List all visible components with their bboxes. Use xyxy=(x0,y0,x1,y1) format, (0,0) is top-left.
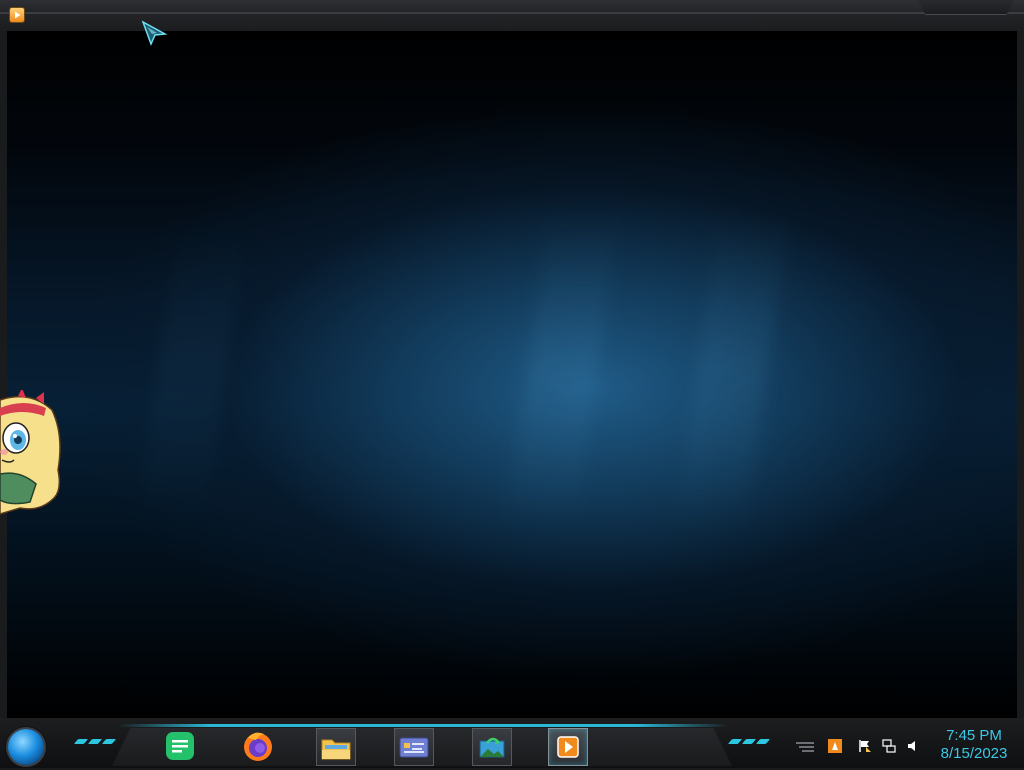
network-icon[interactable] xyxy=(882,739,896,753)
video-viewer[interactable] xyxy=(7,31,1017,718)
taskbar-media-player[interactable] xyxy=(548,728,588,766)
folder-icon xyxy=(321,739,351,760)
chevron-decor-icon xyxy=(741,739,757,744)
note-icon xyxy=(166,732,194,760)
clock-time: 7:45 PM xyxy=(946,727,1002,744)
media-player-icon xyxy=(557,736,579,758)
chevron-decor-icon xyxy=(755,739,771,744)
taskbar-file-explorer[interactable] xyxy=(316,728,356,766)
firefox-icon xyxy=(244,732,272,761)
light-ray xyxy=(504,211,620,531)
taskbar-id-card-app[interactable] xyxy=(394,728,434,766)
taskbar: 7:45 PM 8/15/2023 xyxy=(0,718,1024,768)
volume-icon[interactable] xyxy=(906,739,920,753)
taskbar-accent-line xyxy=(118,724,728,727)
taskbar-notes-app[interactable] xyxy=(162,728,198,764)
image-viewer-icon xyxy=(479,737,505,758)
id-card-icon xyxy=(399,737,429,758)
chevron-decor-icon xyxy=(727,739,743,744)
mouse-cursor-icon xyxy=(141,20,168,47)
start-orb-icon[interactable] xyxy=(8,729,44,765)
media-player-icon[interactable] xyxy=(10,8,24,22)
action-center-flag-icon[interactable] xyxy=(858,739,872,753)
vlc-icon[interactable] xyxy=(828,739,842,753)
light-ray xyxy=(134,211,250,531)
clock[interactable]: 7:45 PM 8/15/2023 xyxy=(930,727,1018,763)
title-bar-edge xyxy=(0,12,1024,14)
light-ray xyxy=(674,211,790,531)
window-corner-tab[interactable] xyxy=(918,0,1014,15)
desktop-character[interactable] xyxy=(0,390,64,518)
taskbar-firefox[interactable] xyxy=(240,728,276,764)
clock-date: 8/15/2023 xyxy=(940,745,1008,762)
taskbar-image-viewer[interactable] xyxy=(472,728,512,766)
chevron-decor-icon xyxy=(101,739,117,744)
chevron-decor-icon xyxy=(87,739,103,744)
chevron-decor-icon xyxy=(73,739,89,744)
show-hidden-icon[interactable] xyxy=(794,739,816,753)
